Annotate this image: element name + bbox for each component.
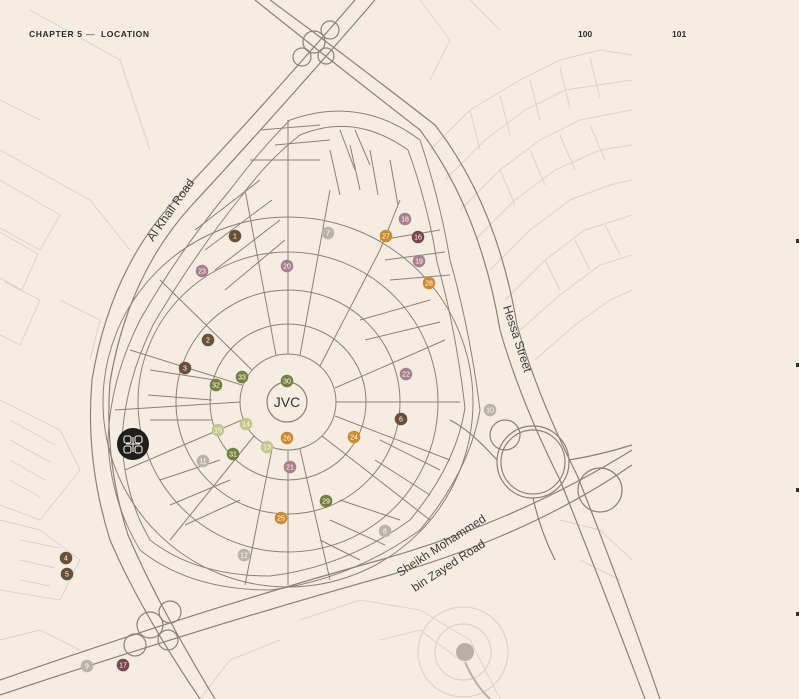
poi-marker[interactable]: 18: [398, 212, 412, 226]
poi-number: 11: [199, 459, 206, 466]
poi-marker[interactable]: 6: [394, 412, 408, 426]
poi-number: 16: [414, 235, 422, 242]
poi-number: 20: [283, 264, 291, 271]
poi-number: 30: [283, 379, 291, 386]
poi-marker[interactable]: 13: [260, 440, 274, 454]
poi-marker[interactable]: 30: [280, 374, 294, 388]
map-page: Al Khail Road Hessa Street Sheikh Mohamm…: [0, 0, 799, 699]
poi-number: 5: [65, 572, 69, 579]
poi-marker[interactable]: 17: [116, 658, 130, 672]
jvc-label: JVC: [274, 394, 300, 410]
poi-marker[interactable]: 26: [280, 431, 294, 445]
poi-number: 14: [242, 422, 250, 429]
poi-marker[interactable]: 9: [80, 659, 94, 673]
poi-marker[interactable]: 4: [59, 551, 73, 565]
poi-number: 8: [383, 529, 387, 536]
poi-marker[interactable]: 29: [319, 494, 333, 508]
poi-number: 12: [240, 553, 248, 560]
page-number-right: 101: [672, 29, 687, 39]
section-label: LOCATION: [101, 29, 150, 39]
location-marker[interactable]: [117, 428, 149, 460]
poi-number: 18: [401, 217, 409, 224]
poi-marker[interactable]: 14: [239, 417, 253, 431]
poi-number: 13: [263, 445, 271, 452]
poi-marker[interactable]: 25: [274, 511, 288, 525]
poi-number: 25: [277, 516, 285, 523]
poi-number: 10: [486, 408, 494, 415]
poi-number: 4: [64, 556, 68, 563]
poi-marker[interactable]: 7: [321, 226, 335, 240]
poi-number: 26: [283, 436, 291, 443]
poi-number: 31: [229, 452, 237, 459]
poi-number: 17: [119, 663, 127, 670]
jvc-center: JVC: [266, 381, 308, 423]
poi-number: 27: [382, 234, 390, 241]
poi-marker[interactable]: 1: [228, 229, 242, 243]
location-map: Al Khail Road Hessa Street Sheikh Mohamm…: [0, 0, 799, 699]
poi-marker[interactable]: 32: [209, 378, 223, 392]
poi-number: 9: [85, 664, 89, 671]
poi-marker[interactable]: 31: [226, 447, 240, 461]
poi-marker[interactable]: 3: [178, 361, 192, 375]
poi-marker[interactable]: 33: [235, 370, 249, 384]
poi-number: 1: [233, 234, 237, 241]
poi-marker[interactable]: 27: [379, 229, 393, 243]
poi-number: 2: [206, 338, 210, 345]
poi-marker[interactable]: 23: [195, 264, 209, 278]
poi-number: 19: [415, 259, 423, 266]
poi-number: 33: [238, 375, 246, 382]
poi-marker[interactable]: 15: [211, 423, 225, 437]
poi-marker[interactable]: 20: [280, 259, 294, 273]
poi-marker[interactable]: 11: [196, 454, 210, 468]
poi-number: 21: [286, 465, 294, 472]
poi-marker[interactable]: 21: [283, 460, 297, 474]
poi-marker[interactable]: 19: [412, 254, 426, 268]
poi-number: 3: [183, 366, 187, 373]
poi-number: 29: [322, 499, 330, 506]
poi-number: 22: [402, 372, 410, 379]
poi-marker[interactable]: 28: [422, 276, 436, 290]
poi-number: 6: [399, 417, 403, 424]
poi-number: 23: [198, 269, 206, 276]
chapter-label: CHAPTER 5: [29, 29, 83, 39]
poi-marker[interactable]: 12: [237, 548, 251, 562]
poi-marker[interactable]: 16: [411, 230, 425, 244]
poi-number: 32: [212, 383, 220, 390]
poi-marker[interactable]: 2: [201, 333, 215, 347]
header-separator: —: [86, 29, 96, 39]
poi-marker[interactable]: 24: [347, 430, 361, 444]
poi-number: 15: [214, 428, 222, 435]
poi-marker[interactable]: 8: [378, 524, 392, 538]
poi-marker[interactable]: 10: [483, 403, 497, 417]
page-number-left: 100: [578, 29, 593, 39]
poi-number: 7: [326, 231, 330, 238]
poi-marker[interactable]: 22: [399, 367, 413, 381]
poi-number: 24: [350, 435, 358, 442]
poi-marker[interactable]: 5: [60, 567, 74, 581]
poi-number: 28: [425, 281, 433, 288]
